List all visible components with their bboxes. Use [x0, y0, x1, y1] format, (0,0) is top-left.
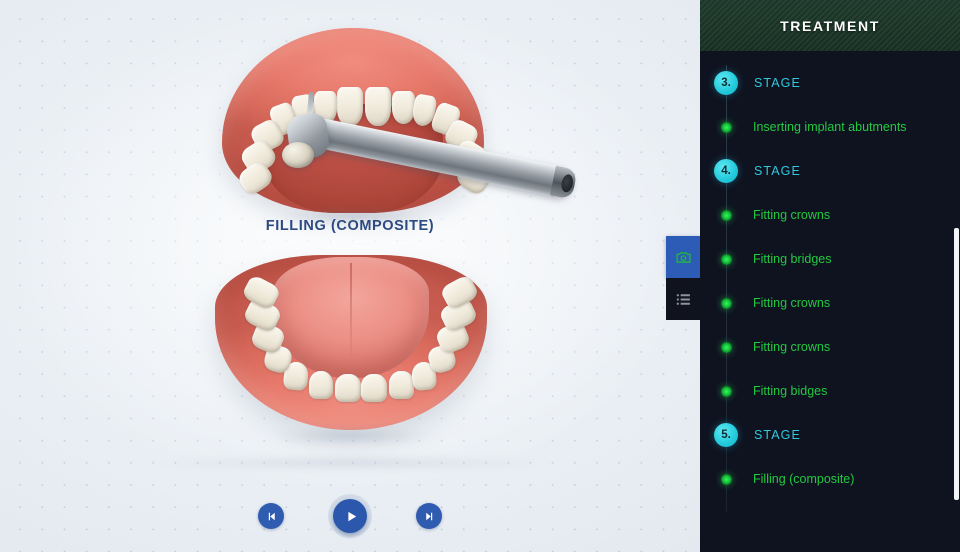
tooth [334, 374, 361, 402]
tooth [361, 374, 388, 402]
stage-label: STAGE [754, 164, 801, 178]
stage-label: STAGE [754, 76, 801, 90]
skip-back-icon [268, 512, 275, 520]
task-label: Fitting crowns [753, 208, 831, 222]
task-label: Inserting implant abutments [753, 120, 907, 134]
task-label: Fitting crowns [753, 340, 831, 354]
sidebar-header: TREATMENT [700, 0, 960, 51]
task-bullet-icon [720, 473, 732, 485]
screenshot-tool-button[interactable] [666, 236, 700, 278]
procedure-caption: FILLING (COMPOSITE) [265, 218, 435, 234]
lower-jaw-model[interactable] [215, 255, 487, 448]
stage-item[interactable]: 5. STAGE [700, 413, 960, 457]
stage-item[interactable]: 3. STAGE [700, 61, 960, 105]
stage-number-badge: 3. [714, 71, 738, 95]
stage-label: STAGE [754, 428, 801, 442]
task-label: Fitting crowns [753, 296, 831, 310]
task-bullet-icon [720, 385, 732, 397]
app-root: FILLING (COMPOSITE) TREATMENT 3. STAGE I… [0, 0, 960, 552]
task-item[interactable]: Fitting crowns [700, 325, 960, 369]
next-button[interactable] [416, 503, 442, 529]
task-item[interactable]: Inserting implant abutments [700, 105, 960, 149]
skip-forward-icon [425, 512, 432, 520]
task-bullet-icon [720, 253, 732, 265]
task-bullet-icon [720, 297, 732, 309]
drill-end-cap [550, 165, 578, 200]
task-item[interactable]: Fitting crowns [700, 193, 960, 237]
task-label: Fitting bidges [753, 384, 828, 398]
model-viewport[interactable]: FILLING (COMPOSITE) [0, 0, 700, 552]
playback-controls [0, 494, 700, 538]
play-button[interactable] [328, 494, 372, 538]
list-icon [676, 293, 690, 305]
stage-item[interactable]: 4. STAGE [700, 149, 960, 193]
task-item[interactable]: Fitting crowns [700, 281, 960, 325]
previous-button[interactable] [258, 503, 284, 529]
task-bullet-icon [720, 121, 732, 133]
play-button-core [333, 499, 367, 533]
list-tool-button[interactable] [666, 278, 700, 320]
ground-shadow [60, 455, 640, 471]
dental-drill-handpiece[interactable] [282, 91, 578, 200]
lower-jaw-shadow [231, 424, 471, 448]
task-bullet-icon [720, 209, 732, 221]
sidebar-title: TREATMENT [780, 17, 880, 34]
tooth [308, 370, 334, 399]
camera-icon [675, 251, 691, 263]
tongue [273, 256, 429, 378]
task-bullet-icon [720, 341, 732, 353]
treatment-sidebar: TREATMENT 3. STAGE Inserting implant abu… [700, 0, 960, 552]
tooth [389, 370, 414, 399]
task-label: Filling (composite) [753, 472, 855, 486]
task-label: Fitting bridges [753, 252, 832, 266]
sidebar-scrollbar[interactable] [954, 228, 959, 500]
viewport-toolbar [666, 236, 700, 320]
task-item[interactable]: Filling (composite) [700, 457, 960, 501]
treatment-step-list: 3. STAGE Inserting implant abutments 4. … [700, 51, 960, 552]
play-icon [347, 511, 356, 521]
stage-number-badge: 4. [714, 159, 738, 183]
drill-collar [282, 142, 314, 168]
stage-number-badge: 5. [714, 423, 738, 447]
task-item[interactable]: Fitting bridges [700, 237, 960, 281]
task-item[interactable]: Fitting bidges [700, 369, 960, 413]
